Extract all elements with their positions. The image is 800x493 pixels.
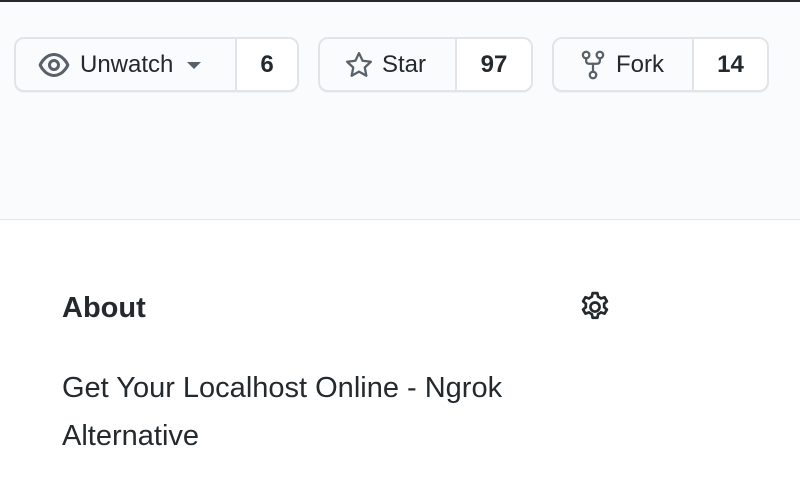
fork-button[interactable]: Fork [554, 39, 692, 90]
fork-label: Fork [616, 50, 664, 78]
caret-down-icon [187, 60, 202, 70]
stargazers-count[interactable]: 97 [455, 39, 531, 90]
fork-button-group: Fork 14 [552, 37, 769, 92]
watch-button-group: Unwatch 6 [14, 37, 299, 92]
about-heading: About [62, 292, 146, 324]
forks-count[interactable]: 14 [692, 39, 767, 90]
star-button[interactable]: Star [320, 39, 455, 90]
fork-icon [580, 50, 606, 80]
about-description: Get Your Localhost Online - Ngrok Altern… [62, 372, 503, 452]
gear-icon[interactable] [578, 290, 612, 324]
eye-icon [38, 49, 70, 81]
star-button-group: Star 97 [318, 37, 533, 92]
repo-header-band [0, 0, 800, 220]
star-icon [344, 50, 374, 80]
watchers-count[interactable]: 6 [235, 39, 297, 90]
star-label: Star [382, 50, 427, 78]
unwatch-label: Unwatch [80, 50, 174, 78]
unwatch-button[interactable]: Unwatch [16, 39, 235, 90]
